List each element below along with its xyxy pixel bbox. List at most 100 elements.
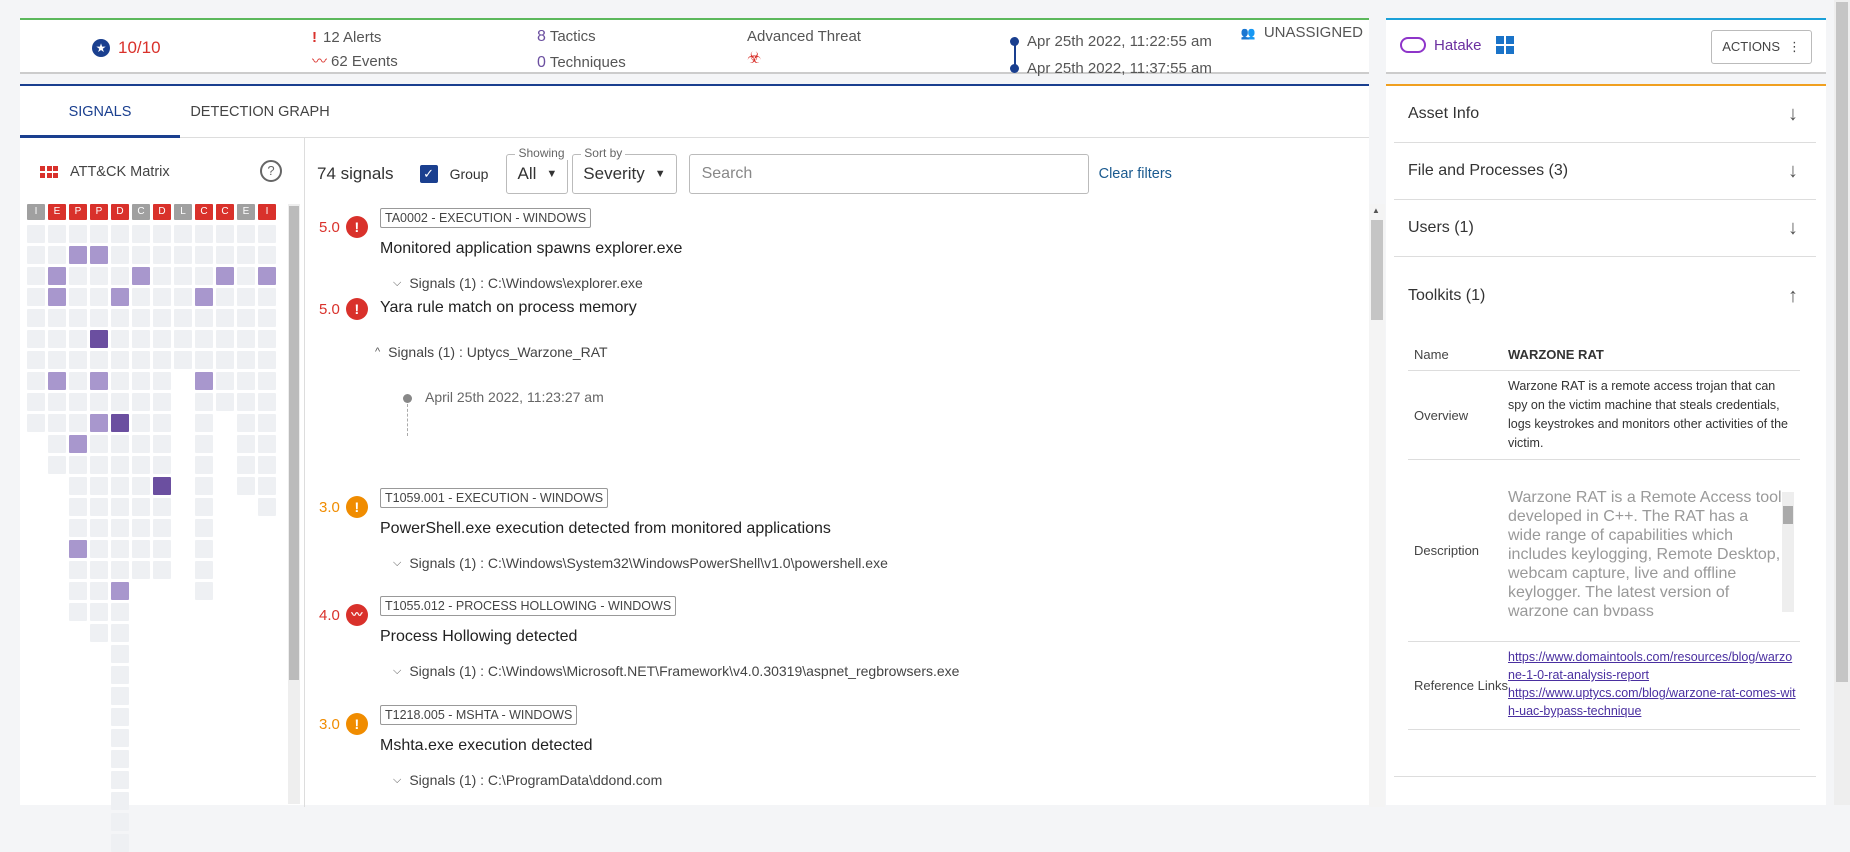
- matrix-technique-cell[interactable]: [132, 540, 150, 558]
- matrix-technique-cell[interactable]: [174, 246, 192, 264]
- matrix-technique-cell[interactable]: [132, 456, 150, 474]
- matrix-technique-cell[interactable]: [258, 477, 276, 495]
- matrix-technique-cell[interactable]: [69, 561, 87, 579]
- matrix-technique-cell[interactable]: [237, 393, 255, 411]
- matrix-technique-cell[interactable]: [237, 435, 255, 453]
- matrix-technique-cell[interactable]: [195, 519, 213, 537]
- matrix-technique-cell[interactable]: [90, 519, 108, 537]
- matrix-technique-cell[interactable]: [153, 330, 171, 348]
- matrix-technique-cell[interactable]: [132, 288, 150, 306]
- matrix-technique-cell[interactable]: [258, 498, 276, 516]
- matrix-technique-cell[interactable]: [216, 372, 234, 390]
- signal-item[interactable]: 3.0 ! T1059.001 - EXECUTION - WINDOWS Po…: [305, 488, 1345, 588]
- matrix-technique-cell[interactable]: [153, 561, 171, 579]
- matrix-technique-cell[interactable]: [90, 372, 108, 390]
- matrix-technique-cell[interactable]: [237, 477, 255, 495]
- matrix-technique-cell[interactable]: [111, 540, 129, 558]
- matrix-technique-cell[interactable]: [69, 246, 87, 264]
- matrix-technique-cell[interactable]: [90, 603, 108, 621]
- matrix-technique-cell[interactable]: [153, 246, 171, 264]
- matrix-technique-cell[interactable]: [195, 267, 213, 285]
- matrix-technique-cell[interactable]: [195, 435, 213, 453]
- matrix-technique-cell[interactable]: [174, 330, 192, 348]
- matrix-technique-cell[interactable]: [174, 225, 192, 243]
- matrix-technique-cell[interactable]: [195, 393, 213, 411]
- showing-select[interactable]: Showing All ▼: [506, 146, 569, 194]
- matrix-technique-cell[interactable]: [195, 456, 213, 474]
- tab-signals[interactable]: SIGNALS: [20, 86, 180, 138]
- matrix-technique-cell[interactable]: [48, 351, 66, 369]
- matrix-technique-cell[interactable]: [132, 519, 150, 537]
- search-input[interactable]: Search: [688, 154, 1089, 194]
- clear-filters-link[interactable]: Clear filters: [1099, 166, 1172, 182]
- matrix-technique-cell[interactable]: [258, 309, 276, 327]
- matrix-technique-cell[interactable]: [69, 435, 87, 453]
- matrix-technique-cell[interactable]: [69, 393, 87, 411]
- sortby-select[interactable]: Sort by Severity ▼: [572, 146, 677, 194]
- matrix-technique-cell[interactable]: [258, 288, 276, 306]
- group-checkbox[interactable]: ✓: [419, 165, 438, 183]
- matrix-column-header[interactable]: C: [132, 204, 150, 220]
- matrix-technique-cell[interactable]: [132, 393, 150, 411]
- matrix-technique-cell[interactable]: [216, 393, 234, 411]
- matrix-technique-cell[interactable]: [216, 330, 234, 348]
- matrix-technique-cell[interactable]: [90, 477, 108, 495]
- matrix-technique-cell[interactable]: [153, 456, 171, 474]
- matrix-technique-cell[interactable]: [48, 372, 66, 390]
- scroll-thumb[interactable]: [1783, 506, 1793, 524]
- matrix-technique-cell[interactable]: [258, 267, 276, 285]
- matrix-technique-cell[interactable]: [195, 351, 213, 369]
- matrix-technique-cell[interactable]: [153, 435, 171, 453]
- matrix-technique-cell[interactable]: [111, 393, 129, 411]
- matrix-column-header[interactable]: D: [111, 204, 129, 220]
- matrix-technique-cell[interactable]: [111, 267, 129, 285]
- matrix-technique-cell[interactable]: [132, 267, 150, 285]
- matrix-column-header[interactable]: P: [90, 204, 108, 220]
- signal-title[interactable]: PowerShell.exe execution detected from m…: [380, 520, 831, 538]
- signal-title[interactable]: Monitored application spawns explorer.ex…: [380, 240, 682, 258]
- matrix-technique-cell[interactable]: [195, 561, 213, 579]
- matrix-column-header[interactable]: C: [216, 204, 234, 220]
- matrix-technique-cell[interactable]: [111, 246, 129, 264]
- matrix-technique-cell[interactable]: [48, 456, 66, 474]
- signal-title[interactable]: Process Hollowing detected: [380, 628, 577, 646]
- matrix-technique-cell[interactable]: [111, 603, 129, 621]
- matrix-technique-cell[interactable]: [216, 225, 234, 243]
- matrix-technique-cell[interactable]: [111, 771, 129, 789]
- matrix-technique-cell[interactable]: [111, 750, 129, 768]
- matrix-technique-cell[interactable]: [237, 414, 255, 432]
- matrix-technique-cell[interactable]: [27, 351, 45, 369]
- matrix-column-header[interactable]: E: [48, 204, 66, 220]
- matrix-technique-cell[interactable]: [90, 288, 108, 306]
- matrix-technique-cell[interactable]: [69, 267, 87, 285]
- matrix-technique-cell[interactable]: [153, 498, 171, 516]
- matrix-technique-cell[interactable]: [69, 225, 87, 243]
- matrix-technique-cell[interactable]: [69, 288, 87, 306]
- matrix-column-header[interactable]: D: [153, 204, 171, 220]
- actions-button[interactable]: ACTIONS ⋮: [1711, 30, 1812, 64]
- matrix-technique-cell[interactable]: [237, 351, 255, 369]
- matrix-technique-cell[interactable]: [111, 561, 129, 579]
- matrix-technique-cell[interactable]: [48, 309, 66, 327]
- matrix-technique-cell[interactable]: [132, 225, 150, 243]
- matrix-technique-cell[interactable]: [237, 246, 255, 264]
- scroll-up-icon[interactable]: ▲: [1372, 206, 1380, 215]
- matrix-technique-cell[interactable]: [132, 330, 150, 348]
- matrix-technique-cell[interactable]: [27, 225, 45, 243]
- signal-item[interactable]: 4.0 〰 T1055.012 - PROCESS HOLLOWING - WI…: [305, 596, 1345, 696]
- matrix-technique-cell[interactable]: [69, 309, 87, 327]
- matrix-column-header[interactable]: I: [258, 204, 276, 220]
- matrix-technique-cell[interactable]: [174, 351, 192, 369]
- matrix-technique-cell[interactable]: [153, 267, 171, 285]
- matrix-technique-cell[interactable]: [27, 330, 45, 348]
- matrix-technique-cell[interactable]: [153, 351, 171, 369]
- matrix-technique-cell[interactable]: [90, 540, 108, 558]
- signal-item[interactable]: 5.0 ! Yara rule match on process memory …: [305, 296, 1345, 466]
- matrix-technique-cell[interactable]: [48, 288, 66, 306]
- matrix-technique-cell[interactable]: [132, 498, 150, 516]
- matrix-technique-cell[interactable]: [216, 288, 234, 306]
- matrix-technique-cell[interactable]: [237, 456, 255, 474]
- matrix-technique-cell[interactable]: [48, 267, 66, 285]
- matrix-technique-cell[interactable]: [153, 519, 171, 537]
- matrix-technique-cell[interactable]: [90, 351, 108, 369]
